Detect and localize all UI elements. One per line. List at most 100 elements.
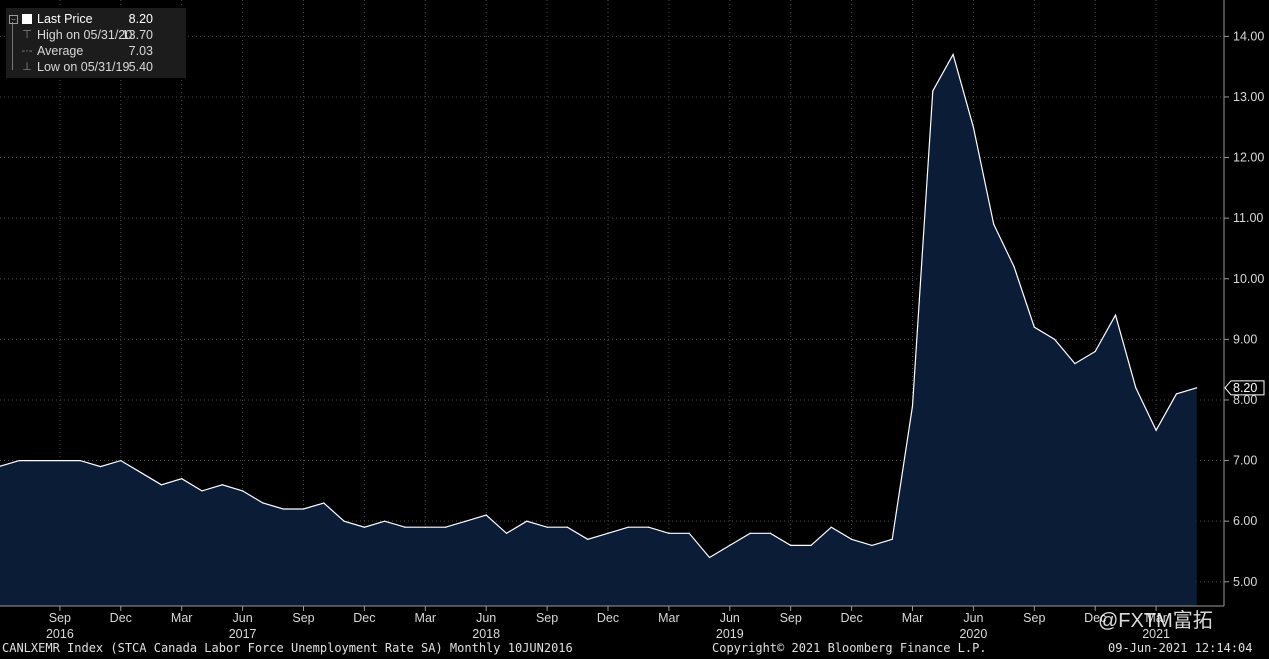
data-point <box>201 490 203 492</box>
data-point <box>830 526 832 528</box>
legend-panel: − Last Price 8.20 ⊤ High on 05/31/20 13.… <box>6 8 186 78</box>
x-tick-label: Sep <box>49 611 71 625</box>
x-tick-label: Sep <box>292 611 314 625</box>
x-tick-label: Sep <box>780 611 802 625</box>
legend-last-price-label: Last Price <box>37 12 93 26</box>
unemployment-area-chart: 5.006.007.008.009.0010.0011.0012.0013.00… <box>0 0 1265 641</box>
low-marker-icon: ⊥ <box>22 61 32 73</box>
y-tick-label: 10.00 <box>1233 272 1264 286</box>
data-point <box>120 459 122 462</box>
data-point <box>465 520 467 522</box>
x-year-label: 2019 <box>716 627 744 641</box>
data-point <box>302 508 305 510</box>
data-point <box>282 508 284 510</box>
x-tick-label: Sep <box>1023 611 1045 625</box>
data-point <box>993 223 995 225</box>
data-point <box>952 53 954 56</box>
data-point <box>343 520 345 522</box>
legend-average-label: Average <box>37 44 84 58</box>
x-tick-label: Sep <box>536 611 558 625</box>
x-tick-label: Jun <box>963 611 983 625</box>
x-tick-label: Mar <box>415 611 437 625</box>
legend-high[interactable]: ⊤ High on 05/31/20 13.70 <box>6 27 186 43</box>
collapse-icon[interactable]: − <box>9 15 18 24</box>
x-tick-label: Mar <box>171 611 193 625</box>
legend-average-value: 7.03 <box>128 44 153 58</box>
y-tick-label: 13.00 <box>1233 90 1264 104</box>
x-tick-label: Dec <box>597 611 619 625</box>
data-point <box>790 544 792 547</box>
x-year-label: 2018 <box>472 627 500 641</box>
y-tick-label: 7.00 <box>1233 454 1257 468</box>
data-point <box>1196 387 1198 389</box>
data-point <box>1175 393 1177 395</box>
x-tick-label: Dec <box>110 611 132 625</box>
x-tick-label: Mar <box>902 611 924 625</box>
data-point <box>587 538 589 540</box>
footer-index-description: CANLXEMR Index (STCA Canada Labor Force … <box>2 641 573 655</box>
data-point <box>851 538 853 540</box>
legend-low[interactable]: ⊥ Low on 05/31/19 5.40 <box>6 59 186 75</box>
data-point <box>871 544 873 547</box>
y-tick-label: 11.00 <box>1233 211 1263 225</box>
data-point <box>911 405 914 407</box>
legend-average[interactable]: -·- Average 7.03 <box>6 43 186 59</box>
data-point <box>262 502 264 504</box>
y-axis-ticks: 5.006.007.008.009.0010.0011.0012.0013.00… <box>1224 29 1264 589</box>
data-point <box>424 526 426 528</box>
data-point <box>546 526 548 528</box>
average-marker-icon: -·- <box>21 45 33 57</box>
data-point <box>648 526 650 528</box>
x-tick-label: Jun <box>476 611 496 625</box>
data-point <box>140 472 142 474</box>
footer-copyright: Copyright© 2021 Bloomberg Finance L.P. <box>712 641 987 655</box>
data-point <box>1013 266 1015 268</box>
data-point <box>708 556 711 559</box>
legend-low-value: 5.40 <box>128 60 153 74</box>
x-year-label: 2017 <box>229 627 257 641</box>
x-tick-label: Dec <box>353 611 375 625</box>
data-point <box>505 532 508 534</box>
data-point <box>688 532 690 534</box>
data-point <box>729 544 731 547</box>
data-point <box>566 526 569 528</box>
legend-high-label: High on 05/31/20 <box>37 28 133 42</box>
data-point <box>627 526 629 528</box>
legend-last-price[interactable]: − Last Price 8.20 <box>6 11 186 27</box>
data-point <box>932 90 934 92</box>
x-year-label: 2016 <box>46 627 74 641</box>
data-point <box>972 126 975 128</box>
last-value-marker: 8.20 <box>1224 380 1265 396</box>
x-tick-label: Jun <box>720 611 740 625</box>
data-point <box>1155 429 1157 431</box>
y-tick-label: 14.00 <box>1233 29 1264 43</box>
y-tick-label: 12.00 <box>1233 151 1264 165</box>
data-point <box>668 532 670 534</box>
data-point <box>1074 363 1076 365</box>
high-marker-icon: ⊤ <box>22 29 32 41</box>
legend-low-label: Low on 05/31/19 <box>37 60 130 74</box>
data-point <box>323 502 325 504</box>
y-tick-label: 5.00 <box>1233 575 1257 589</box>
data-point <box>1033 326 1035 328</box>
footer-timestamp: 09-Jun-2021 12:14:04 <box>1108 641 1253 655</box>
area-fill <box>0 54 1197 606</box>
data-point <box>99 466 102 468</box>
x-tick-label: Mar <box>658 611 680 625</box>
data-point <box>160 484 162 486</box>
x-tick-label: Jun <box>233 611 253 625</box>
data-point <box>59 459 61 462</box>
data-point <box>363 526 365 528</box>
data-point <box>607 532 609 534</box>
data-point <box>181 478 183 480</box>
legend-last-price-value: 8.20 <box>128 12 153 26</box>
data-point <box>445 526 447 528</box>
data-point <box>485 514 487 516</box>
y-tick-label: 9.00 <box>1233 332 1257 346</box>
data-point <box>810 544 812 547</box>
data-point <box>769 532 772 534</box>
data-point <box>221 484 223 486</box>
data-point <box>242 490 244 492</box>
data-point <box>891 538 893 540</box>
data-point <box>1094 350 1096 353</box>
